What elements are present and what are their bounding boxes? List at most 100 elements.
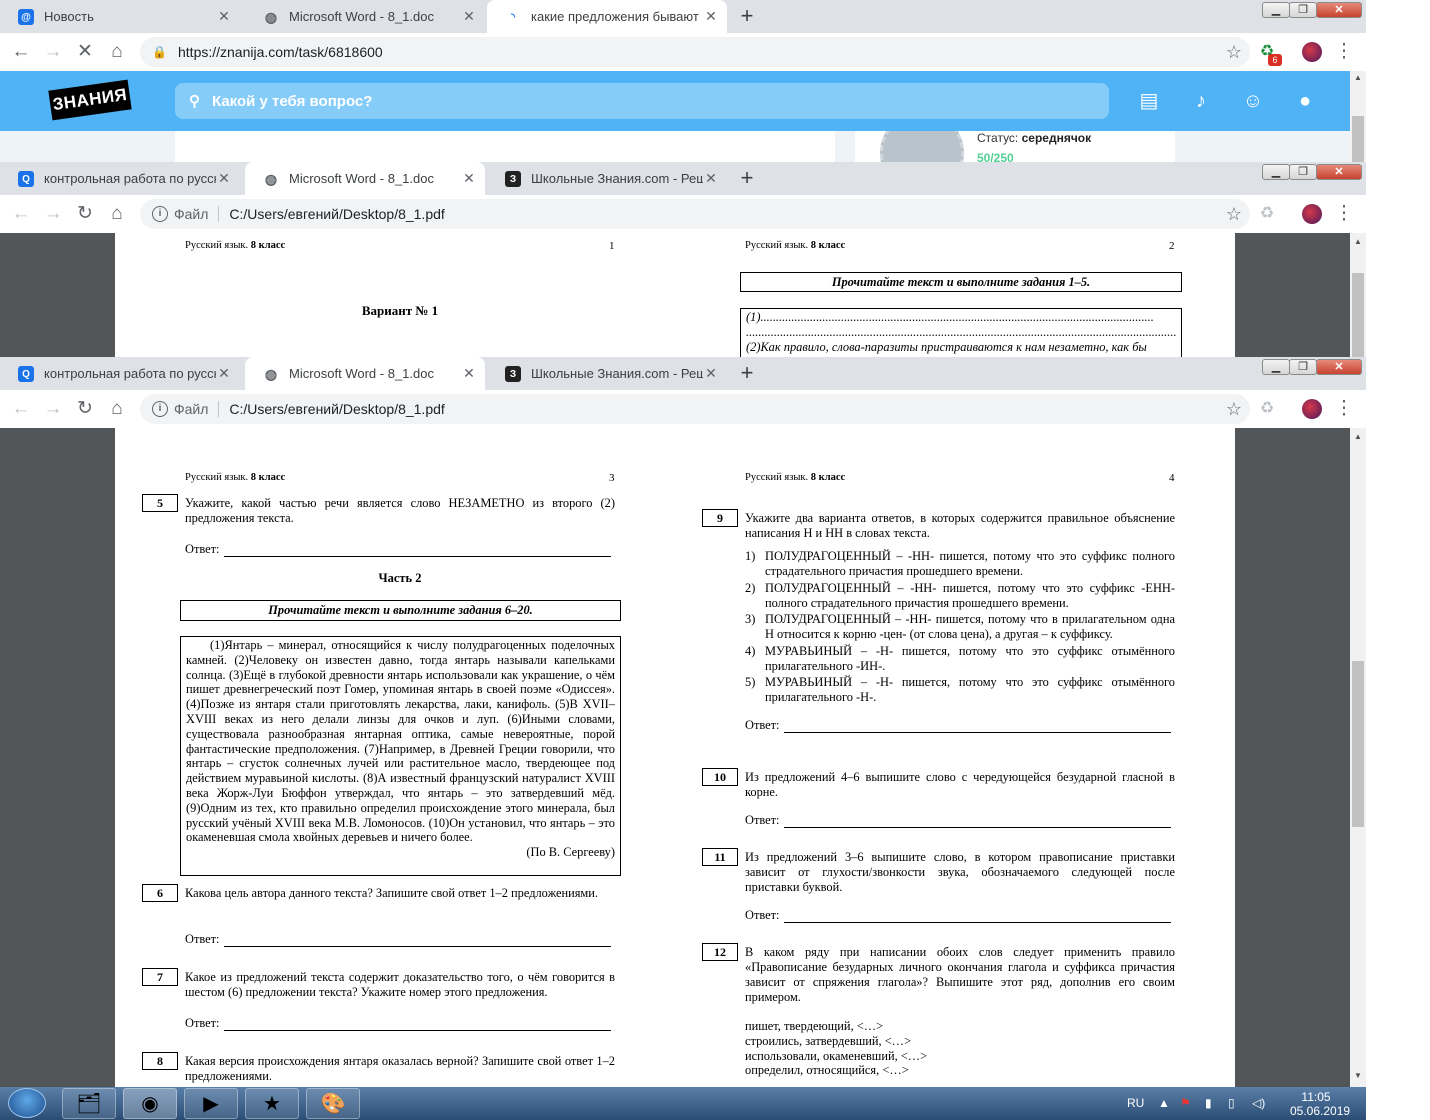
scroll-up-arrow[interactable]: ▲	[1350, 71, 1366, 85]
back-icon[interactable]: ←	[10, 398, 32, 420]
option-item[interactable]: 5) МУРАВЬИНЫЙ – -Н- пишется, потому что э…	[745, 675, 1175, 705]
back-icon[interactable]: ←	[10, 203, 32, 225]
tab-znanija[interactable]: З Школьные Знания.com - Решае ✕	[487, 162, 727, 195]
new-tab-button[interactable]: +	[733, 361, 761, 387]
clock[interactable]: 11:05 05.06.2019	[1290, 1090, 1350, 1118]
network-icon[interactable]: ▮	[1205, 1096, 1212, 1110]
tab-word-doc[interactable]: ◍ Microsoft Word - 8_1.doc ✕	[245, 0, 485, 33]
tab-word-doc[interactable]: ◍ Microsoft Word - 8_1.doc ✕	[245, 357, 485, 390]
forward-icon[interactable]: →	[42, 41, 64, 63]
reload-icon[interactable]: ↻	[74, 398, 96, 420]
close-icon[interactable]: ✕	[461, 8, 477, 24]
option-item[interactable]: 4) МУРАВЬИНЫЙ – -Н- пишется, потому что э…	[745, 644, 1175, 674]
close-icon[interactable]: ✕	[216, 8, 232, 24]
tab-znanija-question[interactable]: ◝ какие предложения бывают по ✕	[487, 0, 727, 33]
chrome-icon[interactable]: ◉	[123, 1088, 177, 1119]
answer-line[interactable]: Ответ:	[745, 908, 1171, 923]
option-item[interactable]: 3) ПОЛУДРАГОЦЕННЫЙ – -НН- пишется, потому…	[745, 612, 1175, 642]
address-bar[interactable]: 🔒 https://znanija.com/task/6818600 ☆	[140, 37, 1250, 67]
messages-icon[interactable]: ▤	[1137, 89, 1161, 113]
close-window-button[interactable]: ✕	[1316, 164, 1362, 180]
window1-scrollbar[interactable]: ▲	[1350, 71, 1366, 162]
option-item[interactable]: 1) ПОЛУДРАГОЦЕННЫЙ – -НН- пишется, потому…	[745, 549, 1175, 579]
window2-scrollbar[interactable]: ▲	[1350, 233, 1366, 357]
close-icon[interactable]: ✕	[703, 8, 719, 24]
bookmark-star-icon[interactable]: ☆	[1226, 42, 1242, 63]
close-window-button[interactable]: ✕	[1316, 2, 1362, 18]
flag-icon[interactable]: ⚑	[1180, 1096, 1191, 1110]
extension-icon[interactable]: ♻	[1256, 398, 1278, 420]
home-icon[interactable]: ⌂	[106, 203, 128, 225]
maximize-button[interactable]: ❐	[1289, 2, 1317, 18]
profile-avatar[interactable]	[1302, 42, 1322, 62]
tab-word-doc[interactable]: ◍ Microsoft Word - 8_1.doc ✕	[245, 162, 485, 195]
address-bar[interactable]: i Файл C:/Users/евгений/Desktop/8_1.pdf …	[140, 199, 1250, 229]
close-icon[interactable]: ✕	[461, 365, 477, 381]
option-item[interactable]: 2) ПОЛУДРАГОЦЕННЫЙ – -НН- пишется, потому…	[745, 581, 1175, 611]
close-icon[interactable]: ✕	[216, 170, 232, 186]
scroll-down-arrow[interactable]: ▼	[1350, 1069, 1366, 1083]
minimize-button[interactable]: ▁	[1262, 2, 1290, 18]
new-tab-button[interactable]: +	[733, 166, 761, 192]
tray-arrow-icon[interactable]: ▲	[1158, 1096, 1170, 1110]
scroll-thumb[interactable]	[1352, 116, 1364, 162]
znanija-search-input[interactable]: ⚲ Какой у тебя вопрос?	[175, 83, 1109, 119]
bookmark-star-icon[interactable]: ☆	[1226, 399, 1242, 420]
minimize-button[interactable]: ▁	[1262, 359, 1290, 375]
profile-avatar[interactable]	[1302, 399, 1322, 419]
menu-icon[interactable]: ⋮	[1333, 41, 1355, 63]
battery-icon[interactable]: ▯	[1228, 1096, 1235, 1110]
info-icon[interactable]: i	[152, 206, 168, 222]
profile-avatar[interactable]	[1302, 204, 1322, 224]
bell-icon[interactable]: ♪	[1189, 89, 1213, 113]
tab-novost[interactable]: @ Новость ✕	[0, 0, 240, 33]
stop-icon[interactable]: ✕	[74, 41, 96, 63]
tab-search-kontrolnaya[interactable]: Q контрольная работа по русском ✕	[0, 162, 240, 195]
language-indicator[interactable]: RU	[1127, 1096, 1144, 1110]
menu-icon[interactable]: ⋮	[1333, 398, 1355, 420]
forward-icon[interactable]: →	[42, 203, 64, 225]
close-window-button[interactable]: ✕	[1316, 359, 1362, 375]
user-icon[interactable]: ●	[1293, 89, 1317, 113]
address-bar[interactable]: i Файл C:/Users/евгений/Desktop/8_1.pdf …	[140, 394, 1250, 424]
info-icon[interactable]: i	[152, 401, 168, 417]
close-icon[interactable]: ✕	[703, 170, 719, 186]
scroll-thumb[interactable]	[1352, 273, 1364, 357]
maximize-button[interactable]: ❐	[1289, 164, 1317, 180]
media-player-icon[interactable]: ▶	[184, 1088, 238, 1119]
tab-znanija[interactable]: З Школьные Знания.com - Решае ✕	[487, 357, 727, 390]
start-button[interactable]	[8, 1088, 46, 1118]
answer-line[interactable]: Ответ:	[745, 813, 1171, 828]
volume-icon[interactable]: ◁)	[1252, 1096, 1265, 1110]
znanija-logo[interactable]: ЗНАНИЯ	[48, 79, 132, 121]
movie-maker-icon[interactable]: ★	[245, 1088, 299, 1119]
answer-line[interactable]: Ответ:	[185, 542, 611, 557]
bookmark-star-icon[interactable]: ☆	[1226, 204, 1242, 225]
window3-scrollbar[interactable]: ▲ ▼	[1350, 428, 1366, 1087]
reload-icon[interactable]: ↻	[74, 203, 96, 225]
answer-line[interactable]: Ответ:	[185, 1016, 611, 1031]
paint-icon[interactable]: 🎨	[306, 1088, 360, 1119]
url-text: C:/Users/евгений/Desktop/8_1.pdf	[229, 401, 445, 417]
minimize-button[interactable]: ▁	[1262, 164, 1290, 180]
new-tab-button[interactable]: +	[733, 4, 761, 30]
search-icon: Q	[18, 171, 34, 187]
answer-line[interactable]: Ответ:	[745, 718, 1171, 733]
file-explorer-icon[interactable]: 🗂	[62, 1088, 116, 1119]
close-icon[interactable]: ✕	[461, 170, 477, 186]
extension-icon[interactable]: ♻	[1256, 203, 1278, 225]
close-icon[interactable]: ✕	[216, 365, 232, 381]
home-icon[interactable]: ⌂	[106, 398, 128, 420]
scroll-up-arrow[interactable]: ▲	[1350, 235, 1366, 249]
scroll-up-arrow[interactable]: ▲	[1350, 430, 1366, 444]
scroll-thumb[interactable]	[1352, 661, 1364, 827]
forward-icon[interactable]: →	[42, 398, 64, 420]
home-icon[interactable]: ⌂	[106, 41, 128, 63]
answer-line[interactable]: Ответ:	[185, 932, 611, 947]
maximize-button[interactable]: ❐	[1289, 359, 1317, 375]
back-icon[interactable]: ←	[10, 41, 32, 63]
tab-search-kontrolnaya[interactable]: Q контрольная работа по русском ✕	[0, 357, 240, 390]
close-icon[interactable]: ✕	[703, 365, 719, 381]
friends-icon[interactable]: ☺	[1241, 89, 1265, 113]
menu-icon[interactable]: ⋮	[1333, 203, 1355, 225]
